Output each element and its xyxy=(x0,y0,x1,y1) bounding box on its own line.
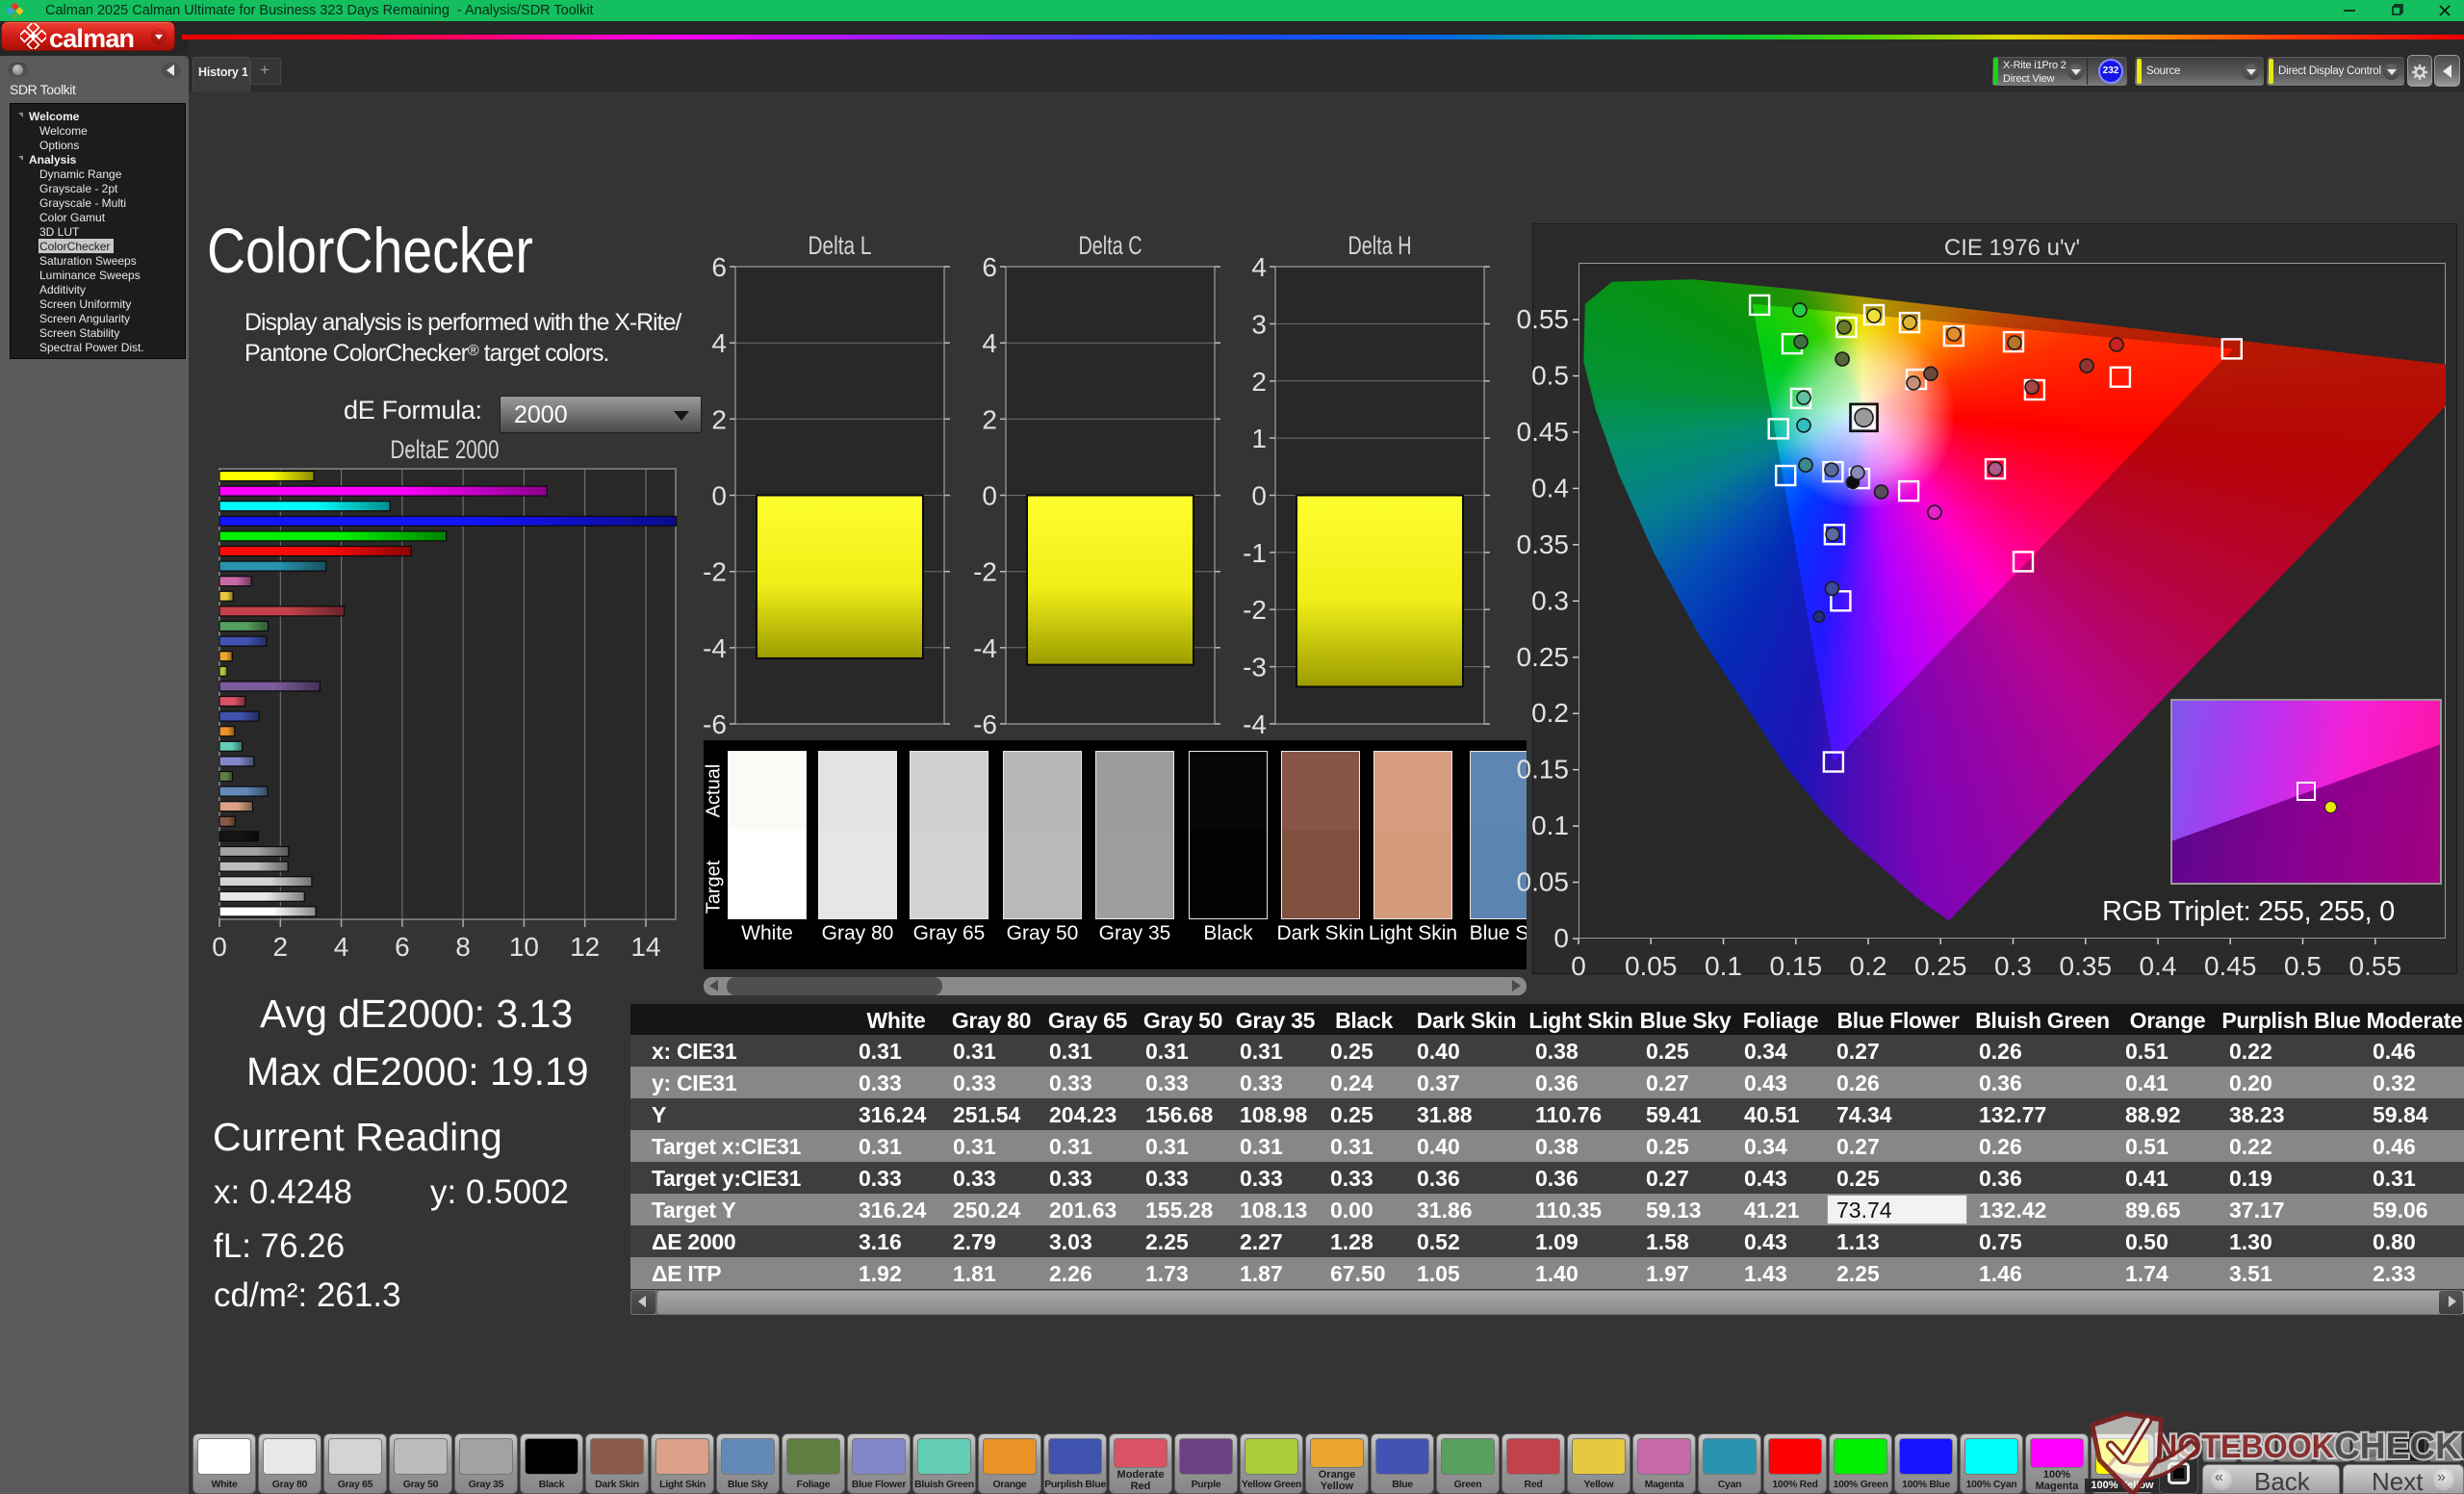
svg-text:0: 0 xyxy=(982,481,997,511)
svg-text:0.55: 0.55 xyxy=(2349,951,2402,981)
svg-text:0.45: 0.45 xyxy=(1517,417,1570,447)
svg-text:0.35: 0.35 xyxy=(1517,529,1570,559)
svg-text:0.25: 0.25 xyxy=(1517,642,1570,672)
svg-text:0: 0 xyxy=(1571,951,1586,981)
svg-text:4: 4 xyxy=(982,328,997,358)
svg-text:2: 2 xyxy=(982,404,997,434)
svg-text:0: 0 xyxy=(212,932,227,962)
svg-text:6: 6 xyxy=(711,252,727,282)
svg-text:4: 4 xyxy=(711,328,727,358)
svg-text:14: 14 xyxy=(630,932,660,962)
svg-text:0.5: 0.5 xyxy=(2284,951,2322,981)
svg-text:-4: -4 xyxy=(973,633,997,663)
svg-text:CHECK: CHECK xyxy=(2334,1427,2462,1467)
svg-text:-3: -3 xyxy=(1243,653,1267,683)
svg-text:2: 2 xyxy=(273,932,289,962)
svg-text:4: 4 xyxy=(1251,252,1267,282)
svg-text:Delta L: Delta L xyxy=(808,231,872,260)
svg-text:-2: -2 xyxy=(973,557,997,587)
svg-text:0.3: 0.3 xyxy=(1531,585,1569,615)
svg-text:0: 0 xyxy=(1553,923,1569,953)
svg-text:-2: -2 xyxy=(1243,595,1267,625)
svg-text:Delta C: Delta C xyxy=(1079,231,1142,260)
svg-text:0.1: 0.1 xyxy=(1705,951,1742,981)
svg-text:0.4: 0.4 xyxy=(1531,473,1569,502)
svg-text:0.05: 0.05 xyxy=(1625,951,1678,981)
svg-text:6: 6 xyxy=(982,252,997,282)
svg-text:-2: -2 xyxy=(703,557,727,587)
svg-text:0.35: 0.35 xyxy=(2060,951,2113,981)
svg-text:0.15: 0.15 xyxy=(1770,951,1823,981)
svg-text:6: 6 xyxy=(395,932,410,962)
svg-text:0: 0 xyxy=(1251,481,1267,511)
svg-text:-4: -4 xyxy=(1243,709,1267,739)
svg-text:0.05: 0.05 xyxy=(1517,867,1570,897)
svg-text:Delta H: Delta H xyxy=(1348,231,1412,260)
svg-text:0.2: 0.2 xyxy=(1531,698,1569,728)
svg-text:2: 2 xyxy=(1251,367,1267,397)
svg-text:0.15: 0.15 xyxy=(1517,755,1570,785)
svg-text:-1: -1 xyxy=(1243,538,1267,568)
svg-text:-6: -6 xyxy=(973,709,997,739)
svg-text:0.45: 0.45 xyxy=(2204,951,2257,981)
svg-text:0.2: 0.2 xyxy=(1850,951,1887,981)
svg-text:3: 3 xyxy=(1251,309,1267,339)
svg-text:DeltaE 2000: DeltaE 2000 xyxy=(391,435,500,464)
svg-text:0.55: 0.55 xyxy=(1517,304,1570,334)
svg-text:12: 12 xyxy=(570,932,600,962)
svg-text:0: 0 xyxy=(711,481,727,511)
svg-text:2: 2 xyxy=(711,404,727,434)
svg-text:4: 4 xyxy=(334,932,349,962)
svg-text:0.1: 0.1 xyxy=(1531,811,1569,840)
svg-text:-6: -6 xyxy=(703,709,727,739)
svg-text:0.4: 0.4 xyxy=(2140,951,2177,981)
svg-text:-4: -4 xyxy=(703,633,727,663)
svg-text:0.3: 0.3 xyxy=(1994,951,2032,981)
svg-text:0.25: 0.25 xyxy=(1914,951,1967,981)
svg-text:8: 8 xyxy=(455,932,471,962)
svg-text:0.5: 0.5 xyxy=(1531,361,1569,391)
svg-text:1: 1 xyxy=(1251,424,1267,453)
svg-text:10: 10 xyxy=(509,932,539,962)
